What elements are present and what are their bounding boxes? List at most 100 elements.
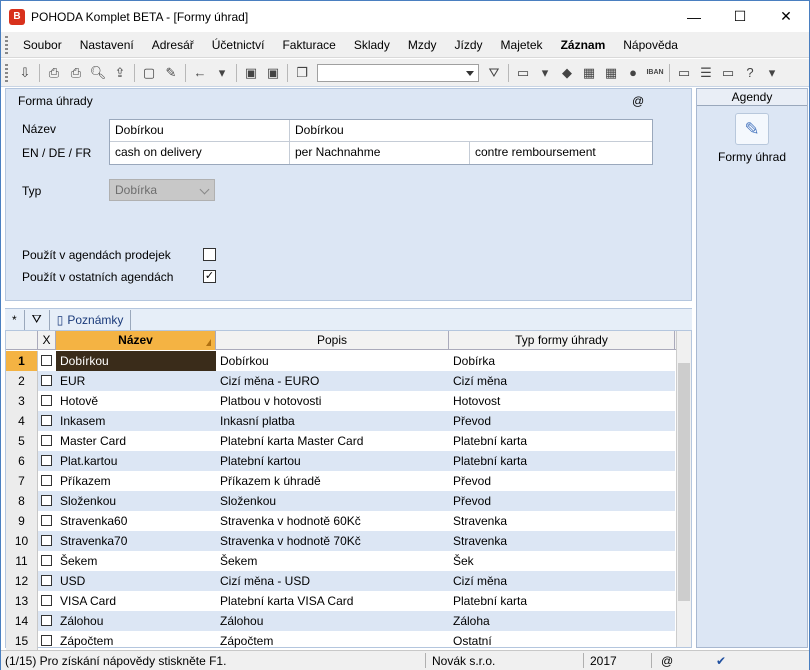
- copy-icon[interactable]: ❐: [293, 64, 311, 82]
- filter-clear-icon[interactable]: ⛛: [485, 64, 503, 82]
- menu-adresar[interactable]: Adresář: [143, 38, 203, 52]
- minimize-button[interactable]: —: [671, 1, 717, 32]
- window-icon[interactable]: ▭: [719, 64, 737, 82]
- table-row[interactable]: 3 Hotově Platbou v hotovosti Hotovost: [6, 391, 675, 411]
- cell-popis[interactable]: Příkazem k úhradě: [216, 471, 449, 491]
- cell-typ[interactable]: Dobírka: [449, 351, 675, 371]
- menu-nastaveni[interactable]: Nastavení: [71, 38, 143, 52]
- table-row[interactable]: 1 Dobírkou Dobírkou Dobírka: [6, 351, 675, 371]
- tab-poznamky[interactable]: ▯ Poznámky: [50, 309, 132, 330]
- cell-popis[interactable]: Zápočtem: [216, 631, 449, 651]
- table-row[interactable]: 11 Šekem Šekem Šek: [6, 551, 675, 571]
- cell-typ[interactable]: Převod: [449, 411, 675, 431]
- scrollbar-thumb[interactable]: [678, 363, 690, 601]
- row-checkbox[interactable]: [38, 511, 56, 531]
- coins-icon[interactable]: ●: [624, 64, 642, 82]
- menu-fakturace[interactable]: Fakturace: [273, 38, 344, 52]
- de-field[interactable]: per Nachnahme: [290, 142, 470, 164]
- cell-typ[interactable]: Cizí měna: [449, 371, 675, 391]
- money-icon[interactable]: ◆: [558, 64, 576, 82]
- menu-majetek[interactable]: Majetek: [492, 38, 552, 52]
- export-icon[interactable]: ⇪: [111, 64, 129, 82]
- cell-popis[interactable]: Stravenka v hodnotě 60Kč: [216, 511, 449, 531]
- row-checkbox[interactable]: [38, 431, 56, 451]
- cell-popis[interactable]: Dobírkou: [216, 351, 449, 371]
- cell-nazev[interactable]: Stravenka60: [56, 511, 216, 531]
- chevron-down-icon[interactable]: ▾: [536, 64, 554, 82]
- cell-popis[interactable]: Stravenka v hodnotě 70Kč: [216, 531, 449, 551]
- en-field[interactable]: cash on delivery: [110, 142, 290, 164]
- calculator-icon[interactable]: ▦: [580, 64, 598, 82]
- cell-typ[interactable]: Platební karta: [449, 431, 675, 451]
- cell-typ[interactable]: Stravenka: [449, 531, 675, 551]
- table-row[interactable]: 13 VISA Card Platební karta VISA Card Plate…: [6, 591, 675, 611]
- table-row[interactable]: 14 Zálohou Zálohou Záloha: [6, 611, 675, 631]
- row-checkbox[interactable]: [38, 351, 56, 371]
- typ-select[interactable]: Dobírka: [109, 179, 215, 201]
- cell-nazev[interactable]: VISA Card: [56, 591, 216, 611]
- row-checkbox[interactable]: [38, 471, 56, 491]
- cell-typ[interactable]: Převod: [449, 471, 675, 491]
- pin-icon[interactable]: ⇩: [16, 64, 34, 82]
- cell-nazev[interactable]: Plat.kartou: [56, 451, 216, 471]
- menu-sklady[interactable]: Sklady: [345, 38, 399, 52]
- chevron-down-icon[interactable]: ▾: [763, 64, 781, 82]
- cell-popis[interactable]: Inkasní platba: [216, 411, 449, 431]
- print-setup-icon[interactable]: ⎙: [67, 64, 85, 82]
- table-row[interactable]: 10 Stravenka70 Stravenka v hodnotě 70Kč Str…: [6, 531, 675, 551]
- cell-typ[interactable]: Převod: [449, 491, 675, 511]
- table-row[interactable]: 2 EUR Cizí měna - EURO Cizí měna: [6, 371, 675, 391]
- row-checkbox[interactable]: [38, 571, 56, 591]
- list-icon[interactable]: ☰: [697, 64, 715, 82]
- table-row[interactable]: 7 Příkazem Příkazem k úhradě Převod: [6, 471, 675, 491]
- row-checkbox[interactable]: [38, 451, 56, 471]
- cell-nazev[interactable]: Master Card: [56, 431, 216, 451]
- menu-jizdy[interactable]: Jízdy: [446, 38, 492, 52]
- tab-star[interactable]: *: [5, 309, 25, 330]
- menu-mzdy[interactable]: Mzdy: [399, 38, 446, 52]
- cell-popis[interactable]: Platbou v hotovosti: [216, 391, 449, 411]
- cell-nazev[interactable]: Příkazem: [56, 471, 216, 491]
- table-row[interactable]: 4 Inkasem Inkasní platba Převod: [6, 411, 675, 431]
- row-checkbox[interactable]: [38, 371, 56, 391]
- menu-ucetnictvi[interactable]: Účetnictví: [203, 38, 274, 52]
- cell-nazev[interactable]: USD: [56, 571, 216, 591]
- row-checkbox[interactable]: [38, 611, 56, 631]
- save-icon[interactable]: ▣: [242, 64, 260, 82]
- cell-popis[interactable]: Zálohou: [216, 611, 449, 631]
- cell-popis[interactable]: Složenkou: [216, 491, 449, 511]
- menu-napoveda[interactable]: Nápověda: [614, 38, 687, 52]
- row-checkbox[interactable]: [38, 551, 56, 571]
- fr-field[interactable]: contre remboursement: [470, 142, 652, 164]
- status-at[interactable]: @: [661, 654, 673, 668]
- row-checkbox[interactable]: [38, 631, 56, 651]
- cell-popis[interactable]: Šekem: [216, 551, 449, 571]
- row-checkbox[interactable]: [38, 391, 56, 411]
- new-record-icon[interactable]: ▢: [140, 64, 158, 82]
- header-popis[interactable]: Popis: [216, 331, 449, 350]
- cell-typ[interactable]: Platební karta: [449, 591, 675, 611]
- quick-search-combo[interactable]: [317, 63, 479, 82]
- message-icon[interactable]: ▭: [675, 64, 693, 82]
- cell-popis[interactable]: Platební karta VISA Card: [216, 591, 449, 611]
- filter-icon[interactable]: ⛛: [25, 309, 50, 330]
- cell-nazev[interactable]: Zálohou: [56, 611, 216, 631]
- cell-nazev[interactable]: Složenkou: [56, 491, 216, 511]
- nazev-field-2[interactable]: Dobírkou: [290, 120, 652, 142]
- ostatni-checkbox[interactable]: ✓: [203, 270, 216, 283]
- cell-nazev[interactable]: EUR: [56, 371, 216, 391]
- row-checkbox[interactable]: [38, 491, 56, 511]
- row-checkbox[interactable]: [38, 531, 56, 551]
- payment-forms-icon[interactable]: ✎: [735, 113, 769, 145]
- cell-typ[interactable]: Ostatní: [449, 631, 675, 651]
- header-nazev[interactable]: Název: [56, 331, 216, 350]
- header-typ[interactable]: Typ formy úhrady: [449, 331, 675, 350]
- calculator2-icon[interactable]: ▦: [602, 64, 620, 82]
- close-button[interactable]: ✕: [763, 1, 809, 32]
- table-row[interactable]: 12 USD Cizí měna - USD Cizí měna: [6, 571, 675, 591]
- menu-zaznam[interactable]: Záznam: [552, 38, 615, 52]
- cell-popis[interactable]: Cizí měna - USD: [216, 571, 449, 591]
- cell-nazev[interactable]: Inkasem: [56, 411, 216, 431]
- cell-nazev[interactable]: Dobírkou: [56, 351, 216, 371]
- cell-nazev[interactable]: Šekem: [56, 551, 216, 571]
